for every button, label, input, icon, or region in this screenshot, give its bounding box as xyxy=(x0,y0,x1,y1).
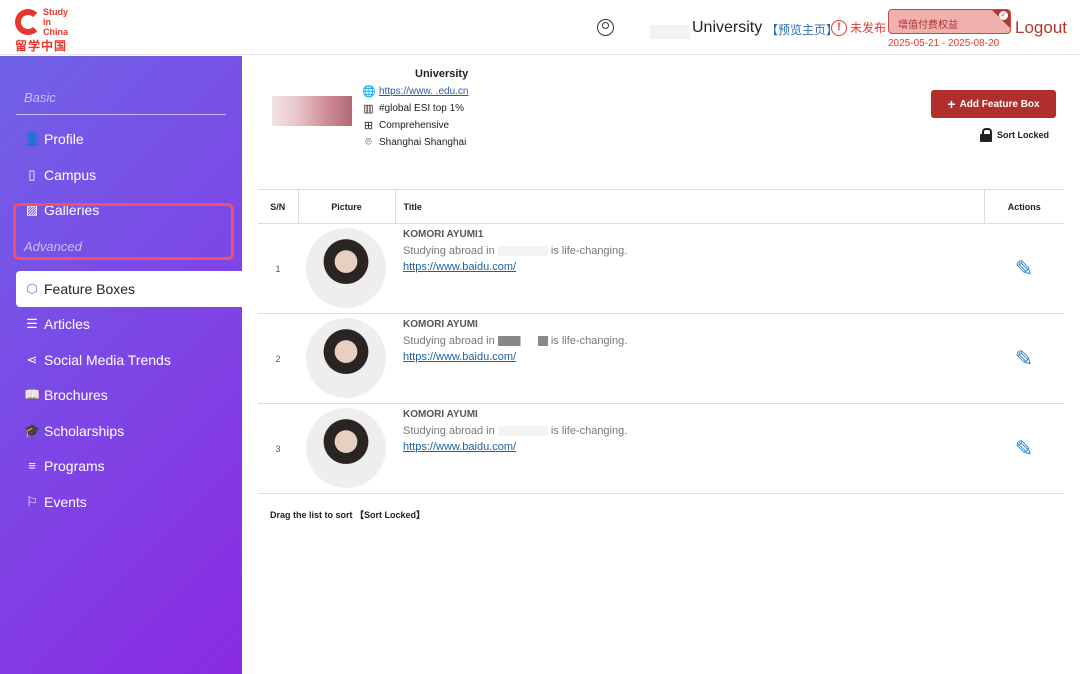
sidebar-item-articles[interactable]: ☰ Articles xyxy=(24,312,90,336)
row-link[interactable]: https://www.baidu.com/ xyxy=(403,441,516,453)
sidebar-item-campus[interactable]: ▯ Campus xyxy=(24,163,96,187)
sidebar-item-brochures[interactable]: 📖 Brochures xyxy=(24,383,108,407)
sidebar-item-profile[interactable]: 👤 Profile xyxy=(24,127,84,151)
location: Shanghai Shanghai xyxy=(379,137,467,148)
label: Campus xyxy=(44,167,97,183)
sidebar-item-scholarships[interactable]: 🎓 Scholarships xyxy=(24,419,124,443)
desc-post: is life-changing. xyxy=(550,425,628,437)
row-name: KOMORI AYUMI xyxy=(403,409,478,420)
plus-icon: + xyxy=(947,96,956,112)
share-icon: ⋖ xyxy=(26,352,38,367)
label: Feature Boxes xyxy=(44,281,136,297)
ranking: #global ESI top 1% xyxy=(379,103,465,114)
vip-label: 增值付费权益 xyxy=(898,20,958,31)
study-in-china-logo[interactable]: Study in China 留学中国 xyxy=(15,7,75,53)
label: Brochures xyxy=(44,387,108,403)
grid-icon: ⊞ xyxy=(363,120,374,132)
col-picture: Picture xyxy=(297,189,395,224)
cube-icon: ⬡ xyxy=(26,281,38,296)
label: Social Media Trends xyxy=(44,352,171,368)
type: Comprehensive xyxy=(379,120,450,131)
desc-pre: Studying abroad in xyxy=(403,335,495,347)
alert-icon: ! xyxy=(831,19,847,36)
sidebar: Basic 👤 Profile ▯ Campus ▨ Galleries Advanc… xyxy=(0,56,242,674)
label: Programs xyxy=(44,458,105,474)
website-link[interactable]: https://www. .edu.cn xyxy=(379,86,469,97)
user-icon[interactable] xyxy=(597,19,614,36)
book-icon: 📖 xyxy=(24,387,41,402)
edit-icon[interactable]: ✎ xyxy=(984,403,1064,494)
row-link[interactable]: https://www.baidu.com/ xyxy=(403,261,516,273)
sidebar-item-events[interactable]: ⚐ Events xyxy=(24,490,87,514)
desc-pre: Studying abroad in xyxy=(403,425,495,437)
table-row[interactable]: 2 KOMORI AYUMI Studying abroad in is life… xyxy=(258,313,1064,404)
label: Profile xyxy=(44,131,84,147)
col-actions: Actions xyxy=(983,189,1064,224)
globe-icon: 🌐 xyxy=(362,86,376,98)
check-icon: ✓ xyxy=(999,11,1008,20)
logo-cn: 留学中国 xyxy=(15,39,68,53)
edit-icon[interactable]: ✎ xyxy=(984,223,1064,314)
row-name: KOMORI AYUMI1 xyxy=(403,229,484,240)
row-sn: 2 xyxy=(258,313,298,404)
university-name: University xyxy=(692,19,763,36)
desc-pre: Studying abroad in xyxy=(403,245,495,257)
row-link[interactable]: https://www.baidu.com/ xyxy=(403,351,516,363)
ranking-icon: ▥ xyxy=(363,103,374,115)
logo-text: Study in China xyxy=(43,7,69,37)
preview-homepage-link[interactable]: 【预览主页】 xyxy=(766,21,838,38)
vip-dates: 2025-05-21 - 2025-08-20 xyxy=(888,38,1000,49)
row-desc: Studying abroad in is life-changing. xyxy=(403,335,976,347)
avatar xyxy=(306,318,386,398)
section-basic: Basic xyxy=(24,90,56,105)
avatar xyxy=(306,228,386,308)
unpublished-label: 未发布 xyxy=(850,21,887,35)
location-icon: ⌾ xyxy=(365,136,372,148)
top-header: Study in China 留学中国 University 【预览主页】 ! 未发布… xyxy=(0,0,1080,55)
label: Articles xyxy=(44,316,90,332)
main-content: University 🌐 https://www. .edu.cn ▥ #globa… xyxy=(242,56,1080,674)
sidebar-item-programs[interactable]: ≡ Programs xyxy=(24,454,105,478)
edit-icon[interactable]: ✎ xyxy=(984,313,1064,404)
desc-post: is life-changing. xyxy=(550,245,628,257)
table-row[interactable]: 3 KOMORI AYUMI Studying abroad in is life… xyxy=(258,403,1064,494)
row-sn: 1 xyxy=(258,223,298,314)
desc-post: is life-changing. xyxy=(550,335,628,347)
avatar xyxy=(306,408,386,488)
label: Sort Locked xyxy=(997,130,1050,140)
row-desc: Studying abroad in is life-changing. xyxy=(403,425,976,437)
article-icon: ☰ xyxy=(26,316,38,331)
user-icon: 👤 xyxy=(24,131,41,146)
graduation-cap-icon: 🎓 xyxy=(24,423,41,438)
list-icon: ≡ xyxy=(28,458,36,473)
lock-icon xyxy=(980,128,992,142)
university-info: University 🌐 https://www. .edu.cn ▥ #globa… xyxy=(362,68,469,151)
flag-icon: ⚐ xyxy=(26,494,38,509)
vip-benefits-badge[interactable]: 增值付费权益 ✓ xyxy=(888,9,1011,34)
sort-locked-toggle[interactable]: Sort Locked xyxy=(980,128,1049,142)
university-title: University xyxy=(415,68,469,80)
row-sn: 3 xyxy=(258,403,298,494)
table-row[interactable]: 1 KOMORI AYUMI1 Studying abroad in is lif… xyxy=(258,223,1064,314)
label: Scholarships xyxy=(44,423,125,439)
redacted-name xyxy=(650,25,690,39)
label: Add Feature Box xyxy=(959,98,1040,110)
col-sn: S/N xyxy=(258,189,298,224)
divider xyxy=(16,114,226,115)
label: Events xyxy=(44,494,87,510)
building-icon: ▯ xyxy=(28,167,36,182)
feature-boxes-table: S/N Picture Title Actions 1 KOMORI AYUMI… xyxy=(258,189,1064,494)
highlight-annotation xyxy=(13,203,234,260)
drag-sort-note: Drag the list to sort 【Sort Locked】 xyxy=(270,510,426,520)
sidebar-item-feature-boxes[interactable]: ⬡ Feature Boxes xyxy=(16,271,242,307)
col-title: Title xyxy=(394,189,984,224)
logout-link[interactable]: Logout xyxy=(1015,18,1067,38)
row-desc: Studying abroad in is life-changing. xyxy=(403,245,976,257)
sidebar-item-social-media-trends[interactable]: ⋖ Social Media Trends xyxy=(24,348,171,372)
university-logo xyxy=(272,96,352,126)
add-feature-box-button[interactable]: + Add Feature Box xyxy=(931,90,1056,118)
row-name: KOMORI AYUMI xyxy=(403,319,478,330)
unpublished-status: ! 未发布 xyxy=(831,19,886,36)
